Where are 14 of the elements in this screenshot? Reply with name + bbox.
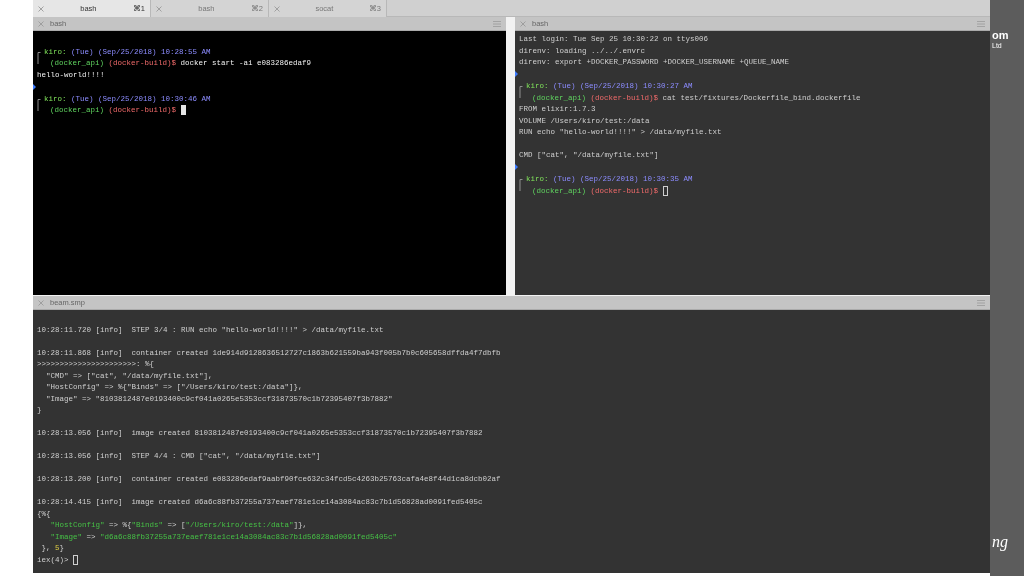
menu-icon[interactable] — [977, 299, 985, 306]
edge-text: om — [992, 30, 1010, 41]
edge-text: ng — [992, 532, 1009, 553]
close-icon[interactable] — [520, 20, 526, 27]
menu-icon[interactable] — [977, 20, 985, 27]
close-icon[interactable] — [274, 5, 280, 12]
close-icon[interactable] — [156, 5, 162, 12]
marker-icon — [33, 83, 36, 90]
bracket-icon — [518, 176, 523, 194]
bracket-icon — [518, 83, 523, 101]
close-icon[interactable] — [38, 299, 44, 306]
menu-icon[interactable] — [493, 20, 501, 27]
close-icon[interactable] — [38, 20, 44, 27]
close-icon[interactable] — [38, 5, 44, 12]
